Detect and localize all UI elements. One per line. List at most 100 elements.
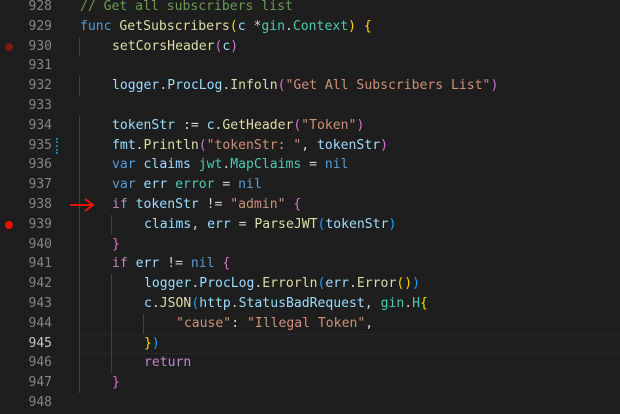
code-token: ) bbox=[230, 38, 239, 54]
gutter[interactable]: 936 bbox=[0, 155, 58, 175]
code-text[interactable]: return bbox=[144, 353, 191, 373]
line-number: 931 bbox=[28, 58, 52, 74]
code-text[interactable]: tokenStr := c.GetHeader("Token") bbox=[112, 116, 364, 136]
code-line[interactable]: 938 if tokenStr != "admin" { bbox=[0, 195, 620, 215]
code-text[interactable]: "cause": "Illegal Token", bbox=[176, 314, 373, 334]
line-number: 945 bbox=[28, 335, 52, 351]
code-token: tokenStr bbox=[325, 216, 389, 232]
code-token: "Get All Subscribers List" bbox=[285, 78, 491, 94]
gutter[interactable]: 944 bbox=[0, 314, 58, 334]
code-token: "Illegal Token" bbox=[246, 315, 366, 331]
indent-guide bbox=[79, 115, 80, 136]
code-token: = bbox=[230, 216, 255, 232]
code-text[interactable]: fmt.Println("tokenStr: ", tokenStr) bbox=[112, 136, 388, 156]
code-token: , bbox=[365, 315, 374, 331]
code-line[interactable]: 936 var claims jwt.MapClaims = nil bbox=[0, 155, 620, 176]
gutter[interactable]: 931 bbox=[0, 56, 58, 76]
code-token: () bbox=[396, 276, 413, 292]
code-line[interactable]: 935 fmt.Println("tokenStr: ", tokenStr) bbox=[0, 135, 620, 156]
code-text[interactable]: }) bbox=[144, 334, 160, 354]
code-text[interactable]: claims, err = ParseJWT(tokenStr) bbox=[144, 215, 396, 235]
code-text[interactable]: if err != nil { bbox=[112, 254, 230, 274]
code-line[interactable]: 939 claims, err = ParseJWT(tokenStr) bbox=[0, 214, 620, 235]
code-line[interactable]: 930 setCorsHeader(c) bbox=[0, 36, 620, 57]
gutter[interactable]: 930 bbox=[0, 37, 58, 57]
gutter[interactable]: 948 bbox=[0, 393, 58, 413]
gutter[interactable]: 933 bbox=[0, 96, 58, 116]
indent-guide bbox=[79, 234, 80, 255]
code-token: var bbox=[112, 157, 144, 173]
code-token: ( bbox=[198, 137, 207, 153]
code-token: Context bbox=[292, 18, 349, 34]
code-token: if bbox=[112, 256, 136, 272]
code-token: ParseJWT bbox=[254, 216, 318, 232]
indent-guide bbox=[111, 353, 112, 374]
code-editor[interactable]: 928 // Get all subscribers list 929 func Ge… bbox=[0, 0, 620, 414]
code-line[interactable]: 942 logger.ProcLog.Errorln(err.Error()) bbox=[0, 274, 620, 294]
gutter[interactable]: 932 bbox=[0, 76, 58, 96]
code-token: logger bbox=[112, 78, 160, 94]
code-line[interactable]: 932 logger.ProcLog.Infoln("Get All Subscr… bbox=[0, 76, 620, 96]
code-token: StatusBadRequest bbox=[238, 296, 365, 311]
gutter[interactable]: 934 bbox=[0, 116, 58, 136]
breakpoint-icon[interactable] bbox=[5, 42, 13, 51]
code-token: ProcLog bbox=[167, 78, 223, 94]
code-token: GetSubscribers bbox=[119, 18, 230, 34]
code-token: claims bbox=[143, 157, 199, 173]
gutter[interactable]: 935 bbox=[0, 136, 58, 156]
line-number: 942 bbox=[28, 276, 52, 292]
code-line[interactable]: 934 tokenStr := c.GetHeader("Token") bbox=[0, 115, 620, 136]
gutter[interactable]: 947 bbox=[0, 373, 58, 393]
code-line[interactable]: 937 var err error = nil bbox=[0, 175, 620, 195]
code-text[interactable]: logger.ProcLog.Errorln(err.Error()) bbox=[144, 274, 420, 294]
code-text[interactable]: if tokenStr != "admin" { bbox=[112, 195, 301, 215]
code-text[interactable]: func GetSubscribers(c *gin.Context) { bbox=[80, 17, 372, 37]
gutter[interactable]: 928 bbox=[0, 0, 58, 17]
code-token: != bbox=[198, 197, 231, 212]
code-token: tokenStr bbox=[317, 137, 381, 153]
code-text[interactable]: setCorsHeader(c) bbox=[112, 37, 238, 57]
gutter[interactable]: 945 bbox=[0, 334, 58, 354]
code-token: , bbox=[191, 216, 208, 232]
gutter[interactable]: 943 bbox=[0, 294, 58, 314]
code-line[interactable]: 928 // Get all subscribers list bbox=[0, 0, 620, 17]
code-text[interactable]: var claims jwt.MapClaims = nil bbox=[112, 155, 349, 175]
code-line[interactable]: 947} bbox=[0, 373, 620, 393]
gutter[interactable]: 940 bbox=[0, 235, 58, 255]
code-token: tokenStr bbox=[135, 197, 199, 212]
indent-guide bbox=[79, 373, 80, 393]
gutter[interactable]: 941 bbox=[0, 254, 58, 274]
code-token: Errorln bbox=[262, 276, 318, 292]
code-text[interactable]: } bbox=[112, 373, 120, 393]
gutter[interactable]: 929 bbox=[0, 17, 58, 37]
code-line[interactable]: 943 c.JSON(http.StatusBadRequest, gin.H{ bbox=[0, 294, 620, 314]
gutter[interactable]: 942 bbox=[0, 274, 58, 294]
code-line[interactable]: 948 bbox=[0, 393, 620, 413]
code-text[interactable]: } bbox=[112, 235, 120, 255]
code-line[interactable]: 944 "cause": "Illegal Token", bbox=[0, 313, 620, 334]
gutter[interactable]: 938 bbox=[0, 195, 58, 215]
code-text[interactable]: logger.ProcLog.Infoln("Get All Subscribe… bbox=[112, 76, 498, 96]
code-line[interactable]: 941 if err != nil { bbox=[0, 254, 620, 275]
code-token: } bbox=[112, 236, 120, 252]
code-line[interactable]: 940} bbox=[0, 234, 620, 255]
code-line[interactable]: 933 bbox=[0, 96, 620, 116]
breakpoint-icon[interactable] bbox=[5, 220, 13, 229]
gutter[interactable]: 939 bbox=[0, 215, 58, 235]
code-line[interactable]: 929 func GetSubscribers(c *gin.Context) { bbox=[0, 17, 620, 37]
code-line[interactable]: 945}) bbox=[0, 333, 620, 354]
line-number: 944 bbox=[28, 315, 52, 331]
code-text[interactable]: var err error = nil bbox=[112, 175, 262, 195]
gutter[interactable]: 946 bbox=[0, 353, 58, 373]
code-text[interactable]: // Get all subscribers list bbox=[80, 0, 293, 17]
code-token: ) bbox=[356, 117, 365, 133]
indent-guide bbox=[111, 294, 112, 314]
code-token: err bbox=[325, 276, 350, 292]
gutter[interactable]: 937 bbox=[0, 175, 58, 195]
code-text[interactable]: c.JSON(http.StatusBadRequest, gin.H{ bbox=[144, 294, 428, 314]
code-line[interactable]: 946 return bbox=[0, 353, 620, 374]
code-line[interactable]: 931 bbox=[0, 56, 620, 76]
code-token: = bbox=[301, 157, 325, 173]
code-token: nil bbox=[324, 157, 349, 173]
